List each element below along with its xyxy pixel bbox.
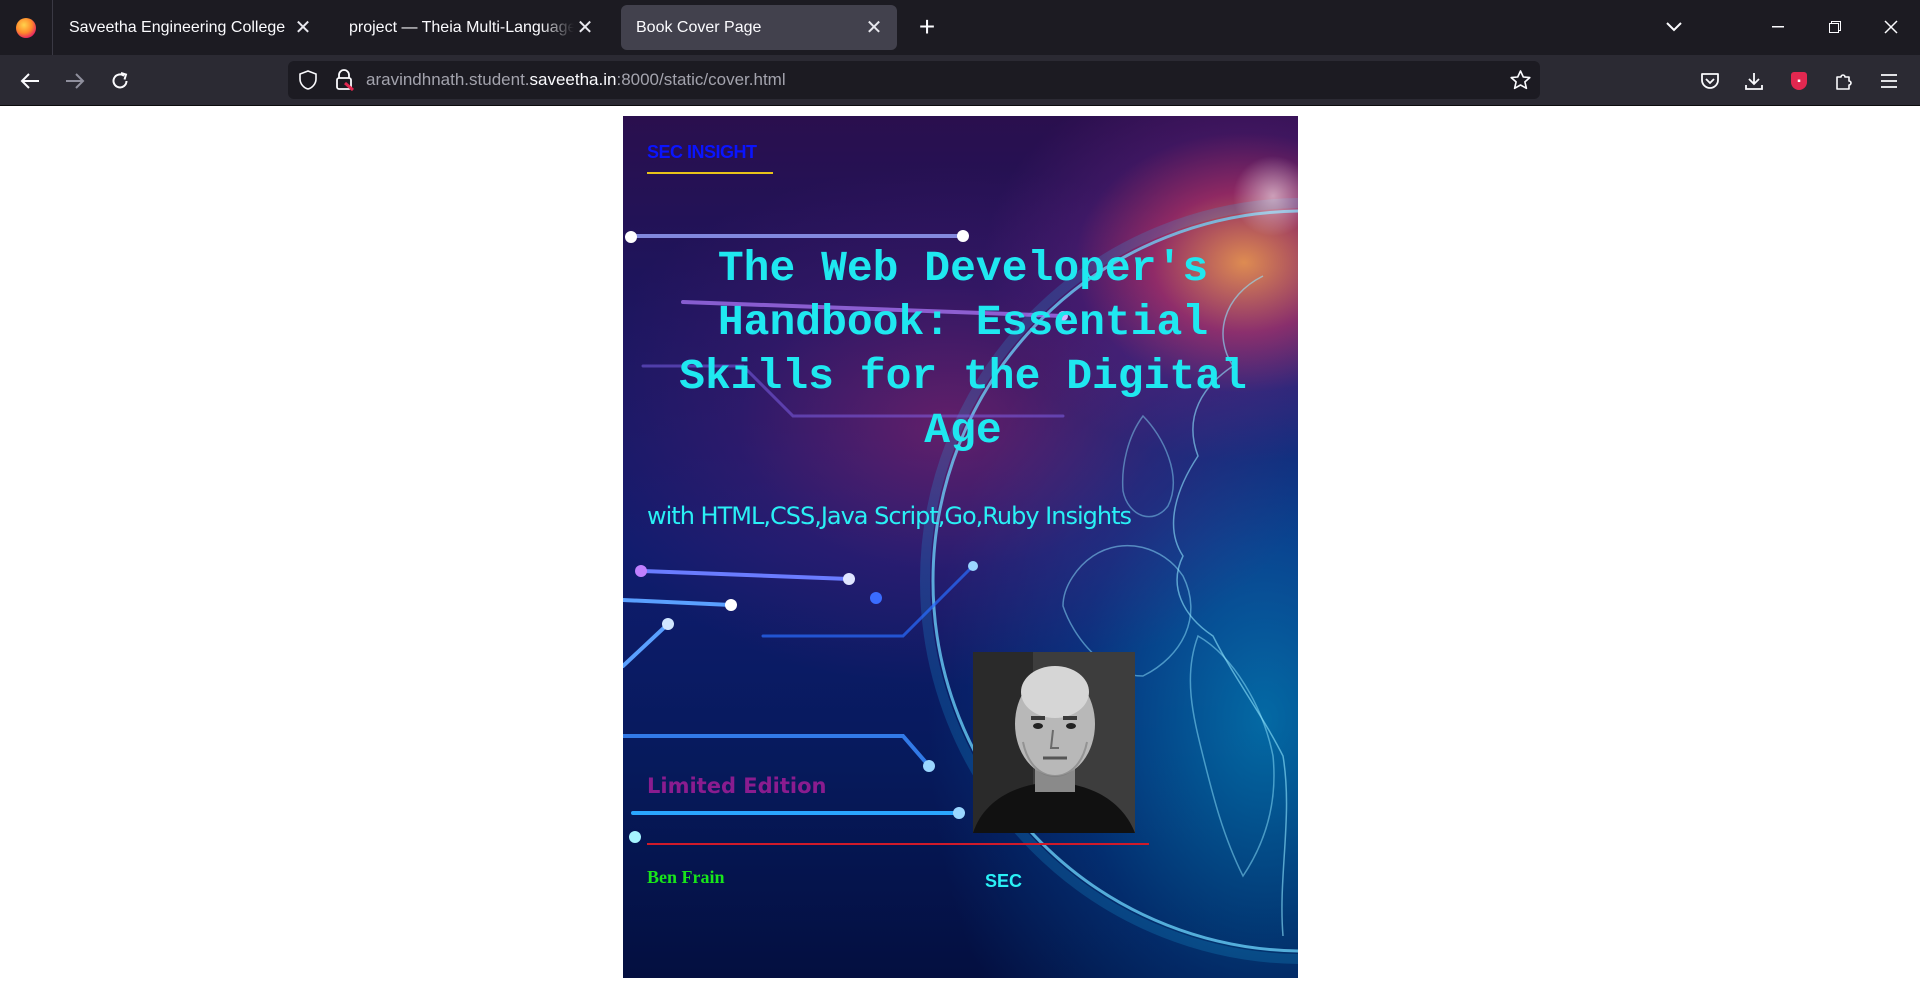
chevron-down-icon (1666, 22, 1682, 32)
firefox-logo-icon (16, 17, 36, 38)
puzzle-icon (1836, 74, 1852, 90)
extensions-button[interactable] (1828, 65, 1860, 97)
navigation-toolbar: aravindhnath.student.saveetha.in:8000/st… (0, 55, 1920, 106)
author-name: Ben Frain (647, 867, 725, 887)
tab-title: Saveetha Engineering College (69, 18, 286, 36)
star-icon[interactable] (1510, 70, 1531, 90)
tab-project[interactable]: project — Theia Multi-Language Ex ✕ (334, 5, 608, 50)
close-window-button[interactable] (1871, 12, 1911, 42)
close-icon[interactable]: ✕ (863, 15, 885, 40)
address-bar[interactable]: aravindhnath.student.saveetha.in:8000/st… (288, 61, 1540, 99)
url-host: saveetha.in (529, 70, 617, 89)
forward-arrow-icon (66, 73, 85, 89)
close-icon (1884, 20, 1898, 34)
minimize-button[interactable] (1758, 12, 1798, 42)
minimize-icon (1772, 26, 1784, 28)
tab-title: project — Theia Multi-Language Ex (349, 18, 574, 36)
back-button[interactable] (14, 65, 46, 97)
edition-label: Limited Edition (647, 774, 827, 798)
brand-logo-text: SEC INSIGHT (647, 142, 757, 162)
new-tab-button[interactable]: + (910, 10, 944, 44)
tab-title: Book Cover Page (636, 18, 762, 36)
pocket-button[interactable] (1694, 65, 1726, 97)
reload-icon (112, 72, 128, 89)
book-cover: SEC INSIGHT The Web Developer's Handbook… (623, 116, 1298, 978)
url-prefix: aravindhnath.student. (366, 70, 530, 89)
brand-underline (647, 172, 773, 174)
close-icon[interactable]: ✕ (574, 15, 596, 40)
tab-book-cover[interactable]: Book Cover Page ✕ (621, 5, 897, 50)
book-subtitle: with HTML,CSS,Java Script,Go,Ruby Insigh… (647, 502, 1132, 530)
list-all-tabs-button[interactable] (1656, 12, 1692, 42)
downloads-button[interactable] (1738, 65, 1770, 97)
publisher-name: SEC (985, 871, 1023, 891)
url-text[interactable]: aravindhnath.student.saveetha.in:8000/st… (366, 70, 786, 90)
ublock-icon: ▪ (1791, 72, 1807, 90)
restore-button[interactable] (1815, 12, 1855, 42)
ublock-button[interactable]: ▪ (1783, 65, 1815, 97)
tab-saveetha[interactable]: Saveetha Engineering College ✕ (54, 5, 326, 50)
url-suffix: :8000/static/cover.html (616, 70, 786, 89)
open-menu-button[interactable] (1873, 65, 1905, 97)
author-photo (973, 652, 1135, 833)
hamburger-menu-icon (1881, 74, 1897, 88)
back-arrow-icon (20, 73, 39, 89)
separator-line (647, 843, 1149, 845)
author-portrait-image (973, 652, 1135, 833)
book-title: The Web Developer's Handbook: Essential … (679, 244, 1247, 455)
lock-warning-icon[interactable] (334, 69, 354, 91)
restore-icon (1829, 21, 1841, 33)
pocket-icon (1701, 73, 1719, 89)
close-icon[interactable]: ✕ (292, 15, 314, 40)
firefox-view-button[interactable] (0, 0, 53, 55)
reload-button[interactable] (104, 65, 136, 97)
shield-icon[interactable] (298, 70, 318, 90)
download-icon (1745, 73, 1763, 90)
forward-button[interactable] (59, 65, 91, 97)
